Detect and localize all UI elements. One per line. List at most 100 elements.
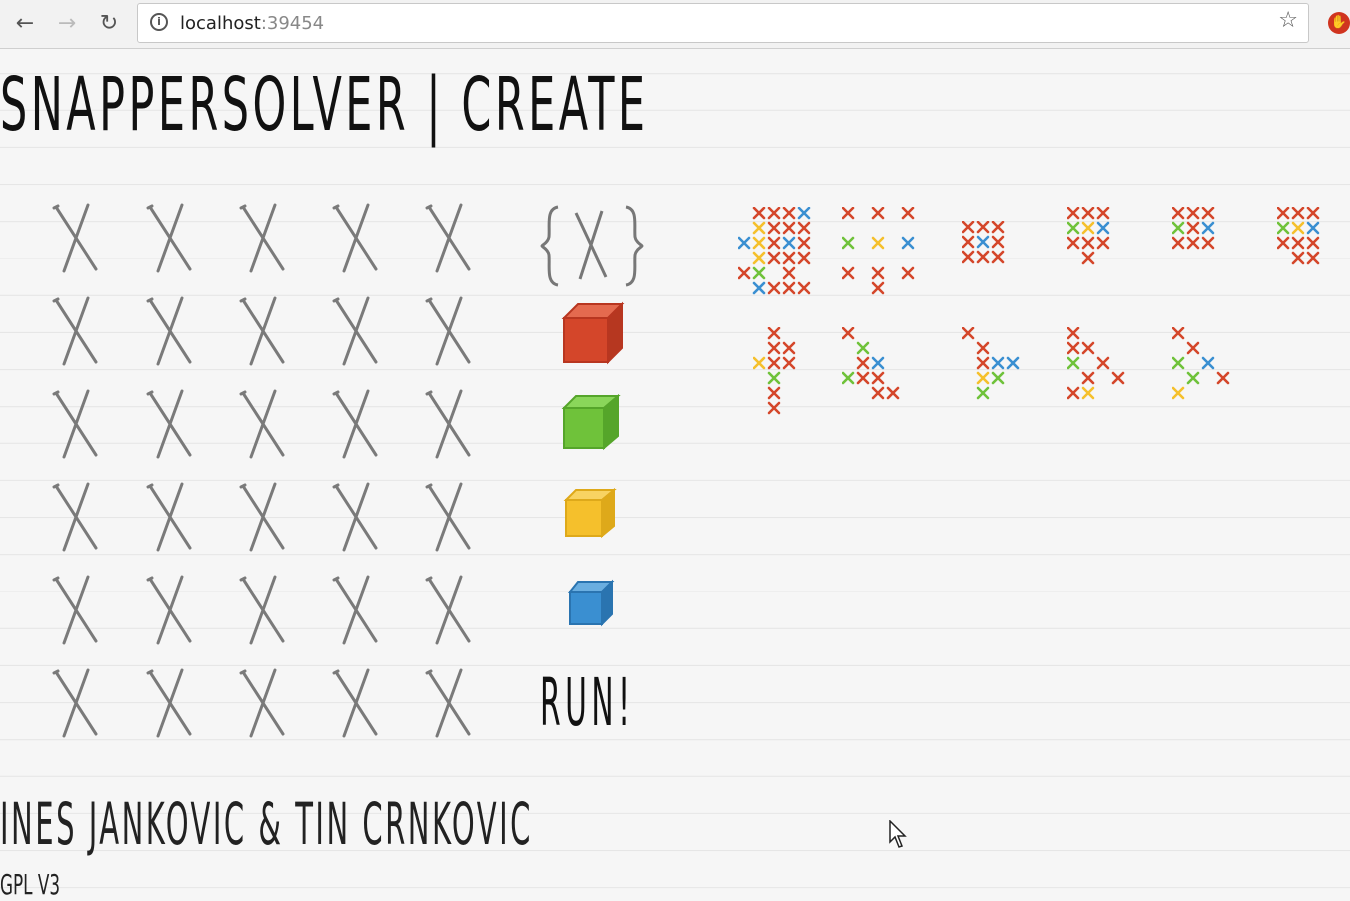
extension-icon[interactable]: ✋ — [1328, 12, 1350, 34]
preview-mark — [1172, 327, 1185, 340]
preview-mark — [886, 386, 900, 400]
preview-mark — [767, 371, 781, 385]
preview-mark — [1081, 371, 1095, 385]
reload-icon[interactable]: ↻ — [94, 9, 124, 39]
back-arrow-icon[interactable]: ← — [10, 9, 40, 39]
grid-cell[interactable] — [48, 482, 104, 552]
preview-mark — [1172, 207, 1185, 220]
grid-cell[interactable] — [421, 482, 477, 552]
forward-arrow-icon[interactable]: → — [52, 9, 82, 39]
preview-mark — [752, 266, 766, 280]
preview-mark — [962, 327, 975, 340]
preview-mark — [901, 266, 915, 280]
preview-mark — [1306, 251, 1320, 265]
preview-9[interactable] — [962, 327, 1052, 422]
preview-mark — [752, 281, 766, 295]
preview-mark — [1186, 371, 1200, 385]
preview-mark — [1067, 221, 1080, 235]
grid-cell[interactable] — [328, 203, 384, 273]
bookmark-star-icon[interactable]: ☆ — [1278, 8, 1298, 33]
preview-mark — [767, 327, 781, 340]
grid-cell[interactable] — [328, 575, 384, 645]
preview-mark — [871, 281, 885, 295]
preview-mark — [842, 266, 855, 280]
empty-cell-tool[interactable] — [540, 203, 644, 289]
preview-mark — [1081, 221, 1095, 235]
grid-cell[interactable] — [48, 668, 104, 738]
run-button[interactable]: RUN! — [540, 664, 635, 741]
grid-cell[interactable] — [48, 296, 104, 366]
grid-cell[interactable] — [48, 203, 104, 273]
grid-cell[interactable] — [421, 296, 477, 366]
preview-4[interactable] — [1067, 207, 1157, 302]
preview-3[interactable] — [962, 221, 1052, 316]
preview-mark — [976, 221, 990, 234]
url-text[interactable]: localhost:39454 — [180, 13, 324, 34]
grid-cell[interactable] — [142, 575, 198, 645]
info-icon[interactable]: i — [150, 13, 168, 31]
preview-11[interactable] — [1172, 327, 1262, 422]
grid-cell[interactable] — [142, 482, 198, 552]
grid-cell[interactable] — [421, 389, 477, 459]
grid-cell[interactable] — [235, 668, 291, 738]
grid-cell[interactable] — [328, 668, 384, 738]
yellow-cube-tool[interactable] — [562, 486, 620, 544]
preview-mark — [976, 386, 990, 400]
preview-mark — [1306, 207, 1320, 220]
grid-cell[interactable] — [328, 389, 384, 459]
blue-cube-tool[interactable] — [566, 578, 616, 632]
preview-mark — [782, 266, 796, 280]
authors-text: INES JANKOVIC & TIN CRNKOVIC — [0, 790, 533, 858]
grid-cell[interactable] — [421, 668, 477, 738]
preview-mark — [782, 251, 796, 265]
preview-mark — [1081, 207, 1095, 220]
grid-cell[interactable] — [235, 203, 291, 273]
preview-mark — [1096, 236, 1110, 250]
preview-mark — [976, 341, 990, 355]
preview-mark — [767, 401, 781, 415]
preview-mark — [871, 356, 885, 370]
preview-mark — [797, 221, 811, 235]
red-cube-tool[interactable] — [560, 300, 628, 370]
preview-5[interactable] — [1172, 207, 1262, 302]
grid-cell[interactable] — [421, 203, 477, 273]
grid-cell[interactable] — [235, 482, 291, 552]
x-mark-icon — [52, 668, 98, 738]
grid-cell[interactable] — [142, 668, 198, 738]
grid-cell[interactable] — [328, 296, 384, 366]
grid-cell[interactable] — [142, 203, 198, 273]
preview-8[interactable] — [842, 327, 932, 422]
preview-7[interactable] — [753, 327, 843, 422]
preview-mark — [767, 281, 781, 295]
preview-mark — [1216, 371, 1230, 385]
preview-mark — [1172, 386, 1185, 400]
grid-cell[interactable] — [48, 575, 104, 645]
preview-mark — [901, 236, 915, 250]
grid-cell[interactable] — [235, 389, 291, 459]
grid-cell[interactable] — [421, 575, 477, 645]
grid-cell[interactable] — [235, 575, 291, 645]
preview-mark — [797, 236, 811, 250]
preview-6[interactable] — [1277, 207, 1350, 302]
x-mark-icon — [332, 296, 378, 366]
grid-cell[interactable] — [328, 482, 384, 552]
preview-mark — [752, 236, 766, 250]
page-title: SNAPPERSOLVER | CREATE — [0, 62, 649, 148]
address-bar[interactable]: i localhost:39454 ☆ — [137, 3, 1309, 43]
yellow-cube-icon — [563, 487, 617, 539]
grid-cell[interactable] — [235, 296, 291, 366]
grid-cell[interactable] — [142, 296, 198, 366]
blue-cube-icon — [567, 579, 615, 627]
x-mark-icon — [425, 668, 471, 738]
preview-2[interactable] — [842, 207, 932, 302]
grid-cell[interactable] — [142, 389, 198, 459]
green-cube-tool[interactable] — [560, 392, 624, 456]
preview-mark — [842, 236, 855, 250]
preview-mark — [1081, 251, 1095, 265]
preview-mark — [767, 207, 781, 220]
preview-mark — [752, 221, 766, 235]
grid-cell[interactable] — [48, 389, 104, 459]
preview-10[interactable] — [1067, 327, 1157, 422]
preview-1[interactable] — [738, 207, 828, 302]
x-mark-icon — [425, 389, 471, 459]
